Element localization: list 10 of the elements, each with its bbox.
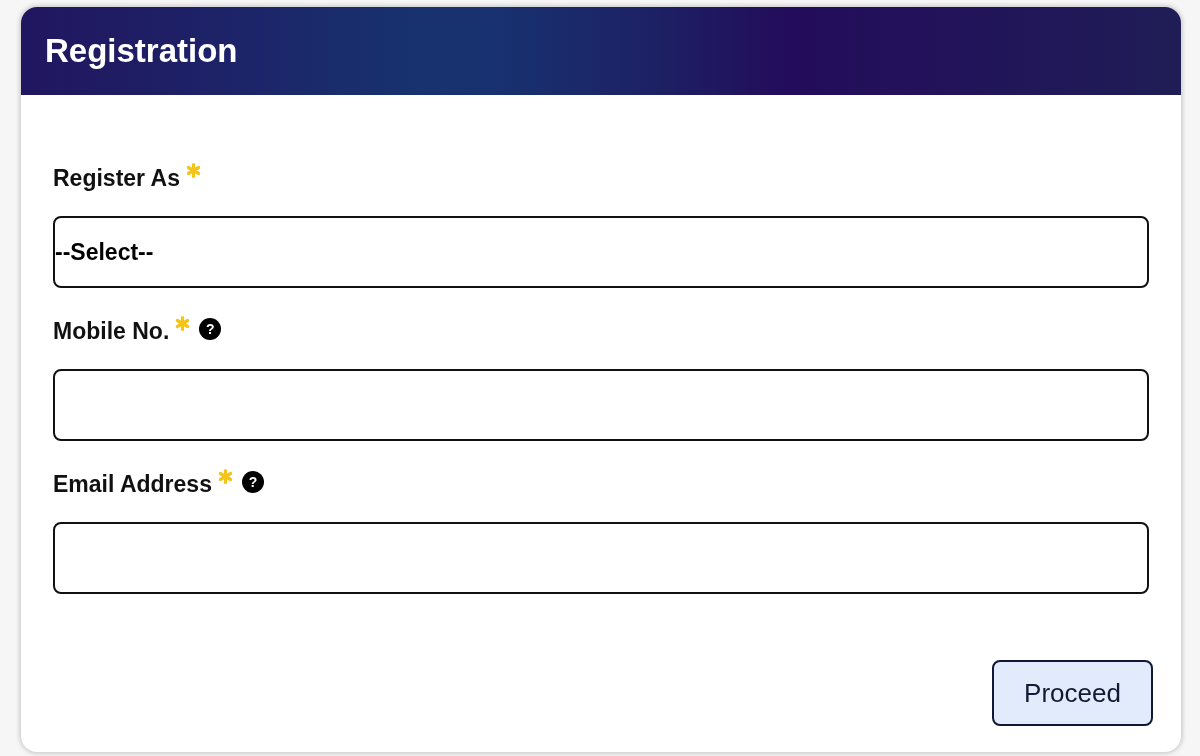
proceed-button[interactable]: Proceed bbox=[992, 660, 1153, 726]
help-icon[interactable]: ? bbox=[199, 318, 222, 340]
input-field[interactable] bbox=[53, 522, 1149, 594]
field-label: Register As bbox=[53, 164, 180, 193]
form-title: Registration bbox=[45, 31, 238, 71]
field-label: Email Address bbox=[53, 470, 212, 499]
select-field[interactable]: --Select-- bbox=[53, 216, 1149, 288]
field-label: Mobile No. bbox=[53, 317, 170, 346]
help-icon[interactable]: ? bbox=[241, 471, 264, 493]
input-field[interactable] bbox=[53, 369, 1149, 441]
